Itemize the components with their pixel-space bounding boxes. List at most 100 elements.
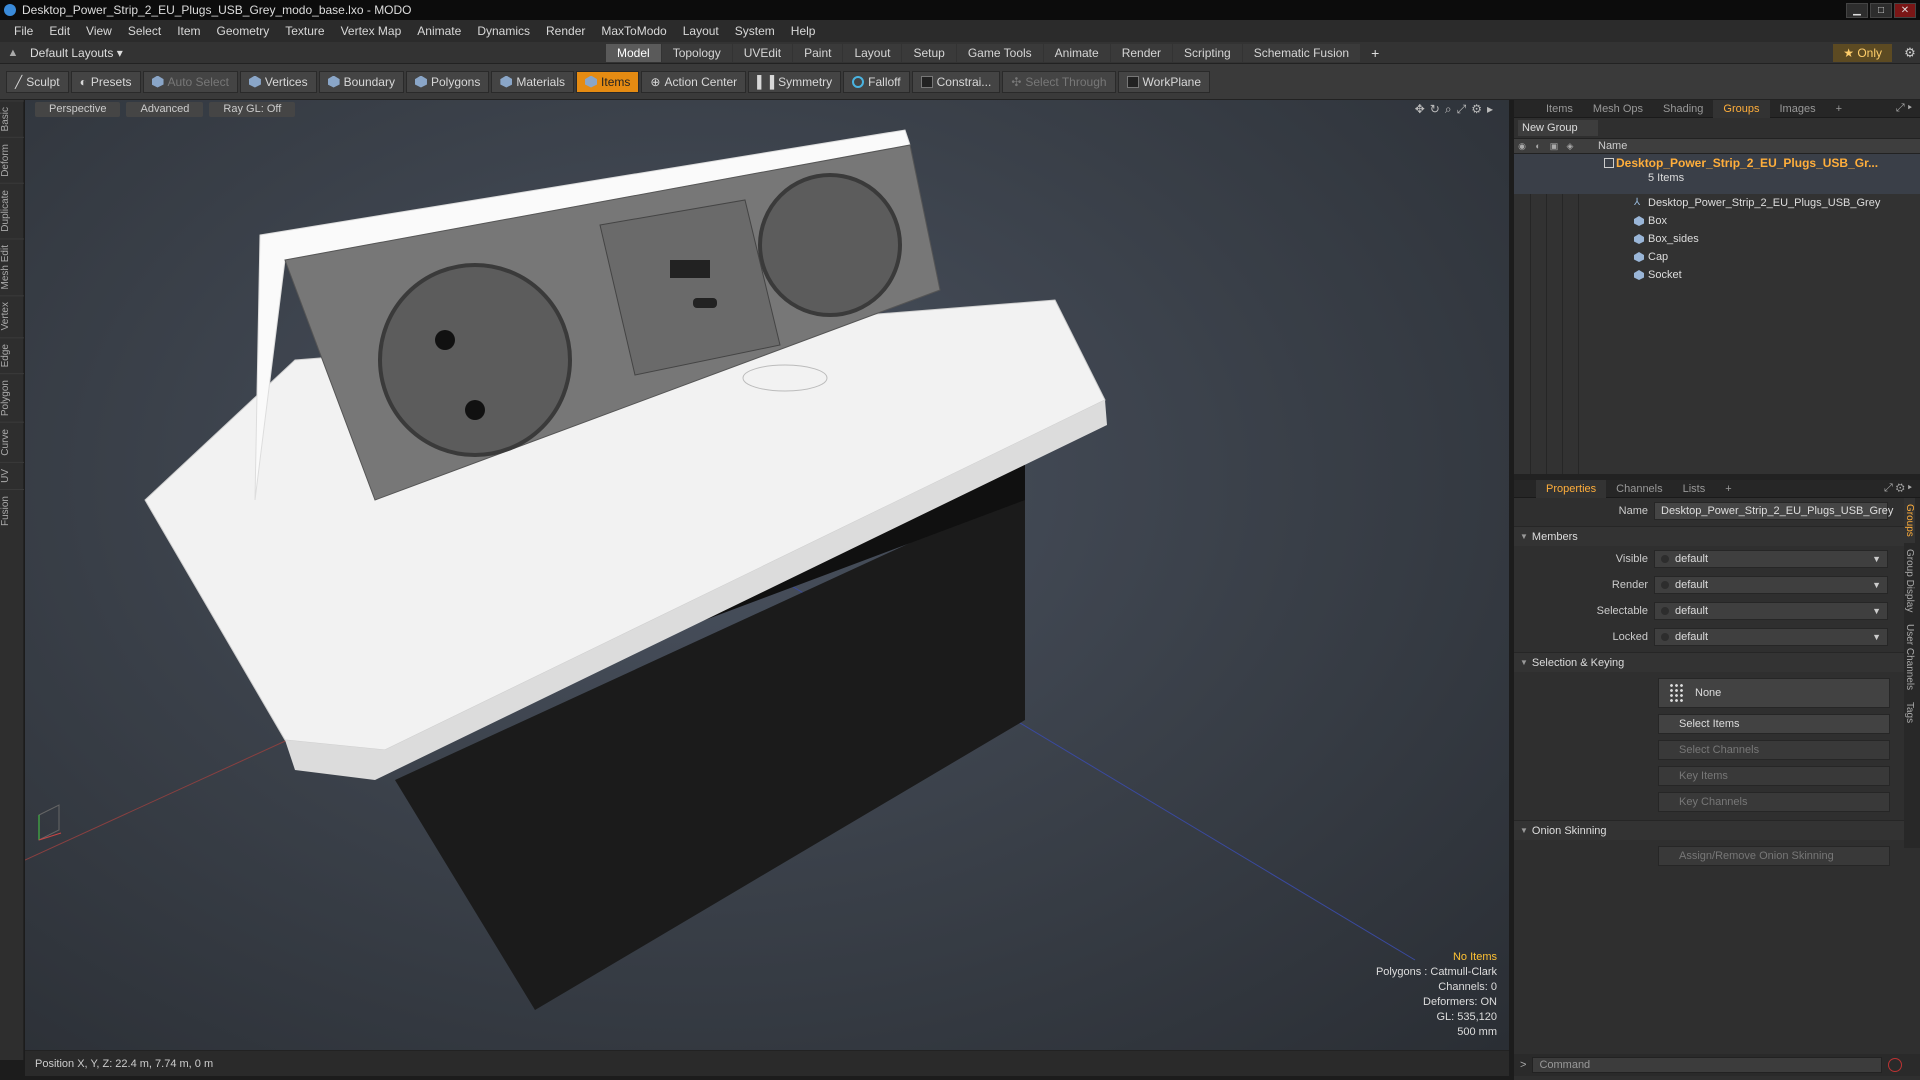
properties-expand-icon[interactable]: ⤢ ⚙ ▸ [1884,482,1912,495]
minimize-button[interactable]: ▁ [1846,2,1868,18]
left-tab-uv[interactable]: UV [0,461,24,489]
selection-keying-section[interactable]: ▼ Selection & Keying [1514,652,1920,672]
panel-expand-icon[interactable]: ⤢ ▸ [1896,102,1912,115]
tab-animate[interactable]: Animate [1043,43,1110,62]
list-item[interactable]: Socket [1634,266,1682,284]
side-tab-group-display[interactable]: Group Display [1904,543,1915,618]
onion-skinning-button[interactable]: Assign/Remove Onion Skinning [1658,846,1890,866]
left-tab-vertex[interactable]: Vertex [0,295,24,337]
items-button[interactable]: Items [576,70,640,93]
tab-game-tools[interactable]: Game Tools [956,43,1043,62]
tab-setup[interactable]: Setup [902,43,956,62]
menu-render[interactable]: Render [538,24,593,38]
maximize-button[interactable]: □ [1870,2,1892,18]
tab-paint[interactable]: Paint [793,43,843,62]
menu-edit[interactable]: Edit [41,24,78,38]
materials-button[interactable]: Materials [491,70,575,93]
group-row[interactable]: Desktop_Power_Strip_2_EU_Plugs_USB_Gr...… [1514,154,1920,194]
lock-icon[interactable]: ▣ [1546,139,1562,153]
list-item[interactable]: Cap [1634,248,1668,266]
side-tab-groups[interactable]: Groups [1904,498,1915,543]
tab-items[interactable]: Items [1536,100,1583,118]
select-items-button[interactable]: Select Items [1658,714,1890,734]
add-tab-button[interactable]: + [1361,45,1389,61]
layout-selector[interactable]: Default Layouts ▾ [26,46,606,60]
menu-system[interactable]: System [727,24,783,38]
left-tab-edge[interactable]: Edge [0,336,24,374]
perspective-button[interactable]: Perspective [35,102,121,117]
none-button[interactable]: None [1658,678,1890,708]
eye-icon[interactable]: ◉ [1514,139,1530,153]
polygons-button[interactable]: Polygons [405,70,490,93]
close-button[interactable]: ✕ [1894,2,1916,18]
symmetry-button[interactable]: ▌▐ Symmetry [748,70,842,93]
falloff-button[interactable]: Falloff [843,70,910,93]
render-select[interactable]: default ▼ [1654,576,1888,594]
tab-uvedit[interactable]: UVEdit [732,43,793,62]
rotate-icon[interactable]: ↻ [1430,102,1440,117]
layout-toggle-icon[interactable]: ▲ [0,47,26,59]
visible-select[interactable]: default ▼ [1654,550,1888,568]
action-center-button[interactable]: ⊕ Action Center [641,70,747,93]
key-channels-button[interactable]: Key Channels [1658,792,1890,812]
constraints-button[interactable]: Constrai... [911,70,1001,93]
tab-shading[interactable]: Shading [1653,100,1713,118]
key-items-button[interactable]: Key Items [1658,766,1890,786]
select-icon[interactable]: ◈ [1562,139,1578,153]
left-tab-deform[interactable]: Deform [0,137,24,184]
add-properties-tab-button[interactable]: + [1715,480,1741,498]
add-panel-tab-button[interactable]: + [1826,100,1852,118]
members-section[interactable]: ▼ Members [1514,526,1920,546]
3d-viewport[interactable]: Perspective Advanced Ray GL: Off ✥ ↻ ⌕ ⤢… [25,100,1509,1050]
tab-model[interactable]: Model [606,43,661,62]
select-through-button[interactable]: ✣ Select Through [1002,70,1116,93]
menu-texture[interactable]: Texture [277,24,332,38]
left-tab-curve[interactable]: Curve [0,422,24,462]
menu-animate[interactable]: Animate [409,24,469,38]
menu-help[interactable]: Help [783,24,824,38]
locked-select[interactable]: default ▼ [1654,628,1888,646]
list-item[interactable]: Box [1634,212,1667,230]
viewport-settings-icon[interactable]: ⚙ [1471,102,1482,117]
pan-icon[interactable]: ✥ [1415,102,1425,117]
side-tab-tags[interactable]: Tags [1904,696,1915,729]
onion-skinning-section[interactable]: ▼ Onion Skinning [1514,820,1920,840]
tab-channels[interactable]: Channels [1606,480,1672,498]
selectable-select[interactable]: default ▼ [1654,602,1888,620]
only-button[interactable]: ★ Only [1833,44,1892,62]
vertices-button[interactable]: Vertices [239,70,317,93]
fit-icon[interactable]: ⤢ [1457,102,1467,117]
raygl-button[interactable]: Ray GL: Off [209,102,296,117]
menu-dynamics[interactable]: Dynamics [469,24,538,38]
tab-mesh-ops[interactable]: Mesh Ops [1583,100,1653,118]
sculpt-button[interactable]: ╱ Sculpt [6,70,69,93]
menu-select[interactable]: Select [120,24,169,38]
render-icon[interactable]: ◐ [1530,139,1546,153]
tab-lists[interactable]: Lists [1673,480,1716,498]
tab-schematic-fusion[interactable]: Schematic Fusion [1242,43,1361,62]
command-input[interactable]: Command [1532,1057,1883,1073]
menu-item[interactable]: Item [169,24,208,38]
record-icon[interactable] [1888,1058,1903,1072]
advanced-button[interactable]: Advanced [126,102,204,117]
tab-properties[interactable]: Properties [1536,479,1607,498]
auto-select-button[interactable]: Auto Select [142,70,238,93]
left-tab-fusion[interactable]: Fusion [0,488,24,532]
menu-vertex-map[interactable]: Vertex Map [333,24,410,38]
group-list[interactable]: Desktop_Power_Strip_2_EU_Plugs_USB_Gr...… [1514,154,1920,474]
menu-layout[interactable]: Layout [675,24,727,38]
viewport-more-icon[interactable]: ▸ [1487,102,1493,117]
boundary-button[interactable]: Boundary [318,70,404,93]
left-tab-polygon[interactable]: Polygon [0,373,24,423]
tab-layout[interactable]: Layout [843,43,902,62]
list-item[interactable]: ⅄ Desktop_Power_Strip_2_EU_Plugs_USB_Grey [1634,194,1880,212]
tab-groups[interactable]: Groups [1713,99,1770,118]
presets-button[interactable]: ◐ Presets [70,70,141,93]
name-column-header[interactable]: Name [1598,140,1627,152]
name-field[interactable]: Desktop_Power_Strip_2_EU_Plugs_USB_Grey [1654,502,1893,520]
left-tab-duplicate[interactable]: Duplicate [0,183,24,238]
menu-maxtomodo[interactable]: MaxToModo [593,24,674,38]
left-tab-basic[interactable]: Basic [0,100,24,138]
workplane-button[interactable]: WorkPlane [1117,70,1211,93]
menu-file[interactable]: File [6,24,41,38]
